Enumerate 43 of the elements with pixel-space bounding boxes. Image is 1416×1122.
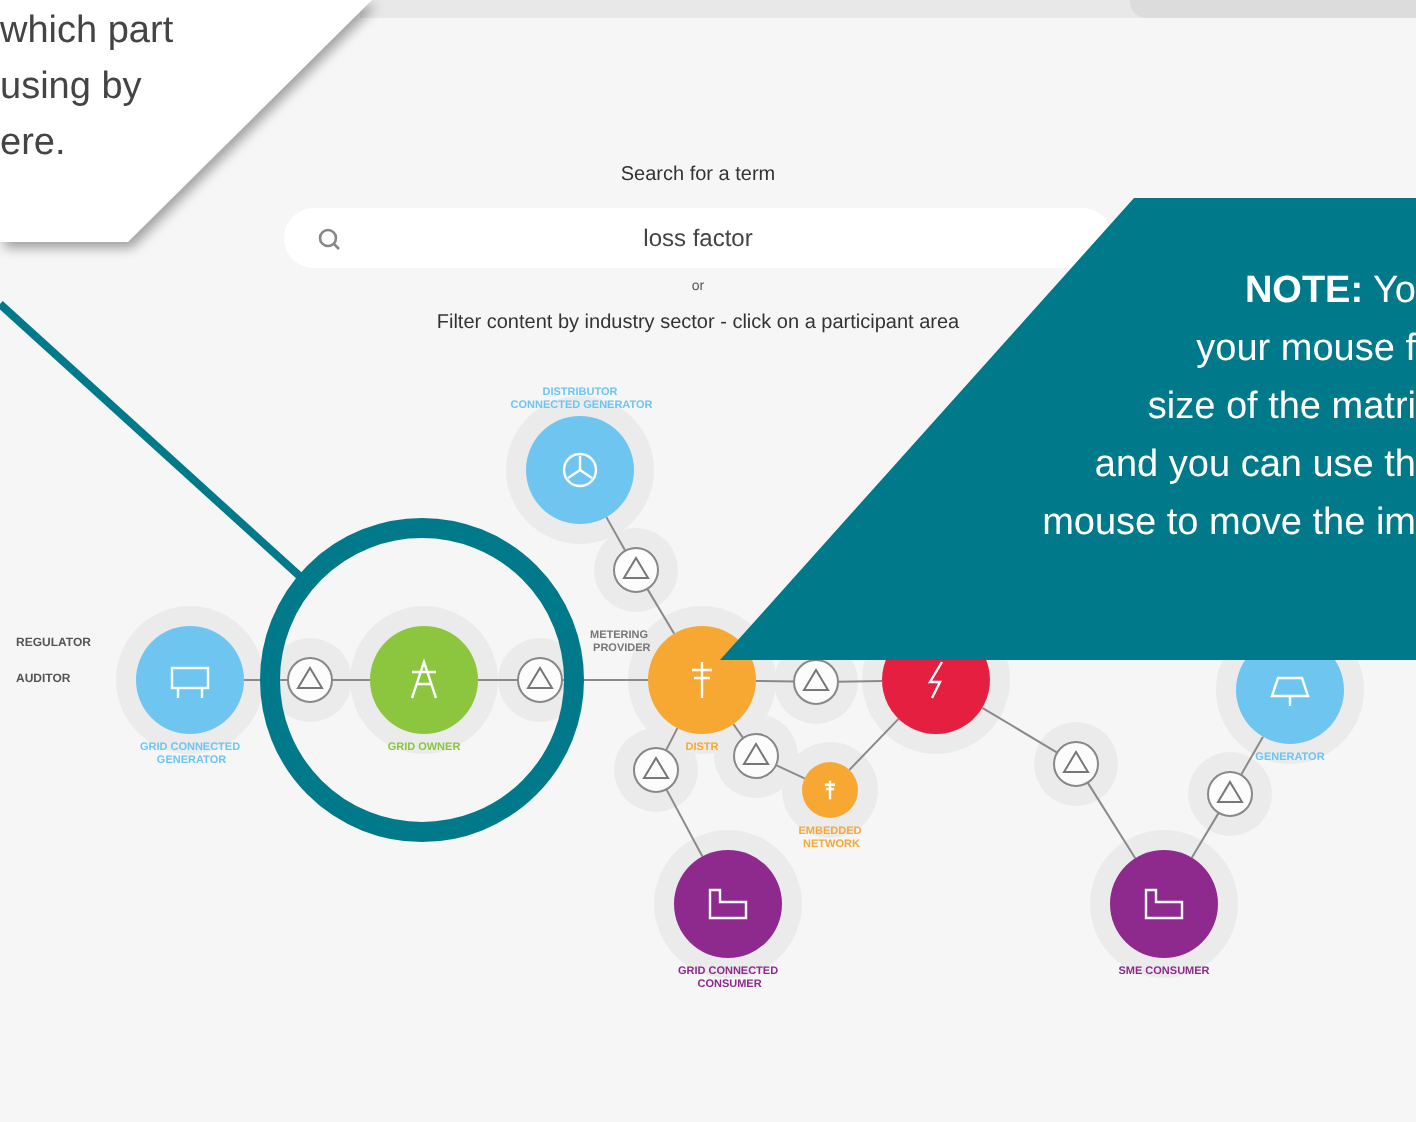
participant-node[interactable] [802,762,858,818]
participant-node[interactable] [674,850,782,958]
meter-node[interactable] [613,547,659,593]
meter-node[interactable] [287,657,333,703]
search-heading: Search for a term [620,162,776,190]
filter-hint: Filter content by industry sector - click on a participant area [436,309,960,337]
connector-line [665,788,704,858]
meter-node[interactable] [1053,741,1099,787]
connector-line [775,764,806,780]
pole-icon [823,779,837,801]
solar-panel-icon [1270,676,1310,708]
meter-node[interactable] [517,657,563,703]
connector-line [1086,781,1137,860]
participant-node[interactable] [1110,850,1218,958]
meter-node[interactable] [793,659,839,705]
participant-node[interactable] [136,626,244,734]
connector-line [477,679,519,681]
pole-icon [690,660,714,700]
connector-line [1190,811,1220,859]
connector-line [646,587,676,635]
participant-node[interactable] [526,416,634,524]
connector-line [837,679,883,683]
lightning-icon [927,661,944,699]
meter-node[interactable] [633,747,679,793]
meter-node[interactable] [1207,771,1253,817]
connector-line [981,706,1059,754]
connector-line [848,717,900,771]
participant-node[interactable] [648,626,756,734]
participant-node[interactable] [882,660,990,734]
note-text: NOTE: Yo your mouse f size of the matri and you can use th mouse to move the im [1042,268,1416,548]
connector-line [331,679,371,681]
tower-icon [410,658,438,700]
search-field[interactable]: loss factor [284,208,1112,268]
participant-node[interactable] [370,626,478,734]
participant-node[interactable] [1236,660,1344,744]
search-icon [318,228,340,250]
connector-line [755,679,795,683]
callout-text: which part using by ere. [0,8,174,168]
connector-line [732,723,745,740]
connector-line [665,727,679,752]
meter-node[interactable] [733,733,779,779]
connector-line [605,516,627,552]
fan-icon [562,452,598,488]
